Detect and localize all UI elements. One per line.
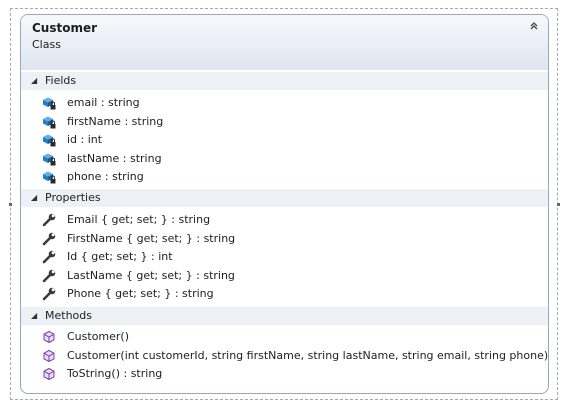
section-fields[interactable]: ◢ Fields <box>21 72 548 90</box>
method-cube-icon <box>41 329 57 345</box>
private-field-icon <box>41 169 57 185</box>
resize-handle-right[interactable] <box>557 203 560 206</box>
property-row[interactable]: LastName { get; set; } : string <box>21 267 548 285</box>
property-label: Email { get; set; } : string <box>67 213 211 226</box>
section-properties[interactable]: ◢ Properties <box>21 189 548 207</box>
class-name: Customer <box>32 21 98 35</box>
property-row[interactable]: Email { get; set; } : string <box>21 211 548 229</box>
section-label-methods: Methods <box>45 309 92 322</box>
method-label: ToString() : string <box>67 367 163 380</box>
field-label: id : int <box>67 133 103 146</box>
property-row[interactable]: FirstName { get; set; } : string <box>21 230 548 248</box>
property-row[interactable]: Phone { get; set; } : string <box>21 285 548 303</box>
field-row[interactable]: phone : string <box>21 168 548 186</box>
wrench-property-icon <box>41 212 57 228</box>
resize-handle-left[interactable] <box>9 203 12 206</box>
method-row[interactable]: Customer(int customerId, string firstNam… <box>21 347 548 365</box>
section-label-fields: Fields <box>45 74 77 87</box>
wrench-property-icon <box>41 268 57 284</box>
method-row[interactable]: ToString() : string <box>21 365 548 383</box>
class-header: Customer Class <box>21 15 548 70</box>
method-cube-icon <box>41 366 57 382</box>
field-label: lastName : string <box>67 151 162 165</box>
field-label: phone : string <box>67 170 144 183</box>
class-kind: Class <box>32 38 61 51</box>
method-row[interactable]: Customer() <box>21 328 548 346</box>
wrench-property-icon <box>41 231 57 247</box>
field-row[interactable]: email : string <box>21 94 548 112</box>
triangle-expanded-icon[interactable]: ◢ <box>31 76 37 85</box>
method-label: Customer(int customerId, string firstNam… <box>67 348 549 362</box>
method-label: Customer() <box>67 330 130 343</box>
double-chevron-up-icon[interactable] <box>528 21 540 33</box>
section-methods[interactable]: ◢ Methods <box>21 307 548 325</box>
field-row[interactable]: id : int <box>21 131 548 149</box>
property-label: Id { get; set; } : int <box>67 250 173 263</box>
field-label: email : string <box>67 96 140 109</box>
wrench-property-icon <box>41 249 57 265</box>
wrench-property-icon <box>41 286 57 302</box>
section-label-properties: Properties <box>45 191 101 204</box>
property-label: LastName { get; set; } : string <box>67 268 235 282</box>
property-label: FirstName { get; set; } : string <box>67 231 236 245</box>
field-row[interactable]: lastName : string <box>21 150 548 168</box>
method-cube-icon <box>41 348 57 364</box>
private-field-icon <box>41 114 57 130</box>
class-shape[interactable]: Customer Class ◢ Fields email : string fi… <box>20 14 549 394</box>
private-field-icon <box>41 132 57 148</box>
property-row[interactable]: Id { get; set; } : int <box>21 248 548 266</box>
field-label: firstName : string <box>67 114 164 128</box>
field-row[interactable]: firstName : string <box>21 113 548 131</box>
private-field-icon <box>41 151 57 167</box>
property-label: Phone { get; set; } : string <box>67 287 214 300</box>
private-field-icon <box>41 95 57 111</box>
triangle-expanded-icon[interactable]: ◢ <box>31 193 37 202</box>
triangle-expanded-icon[interactable]: ◢ <box>31 311 37 320</box>
